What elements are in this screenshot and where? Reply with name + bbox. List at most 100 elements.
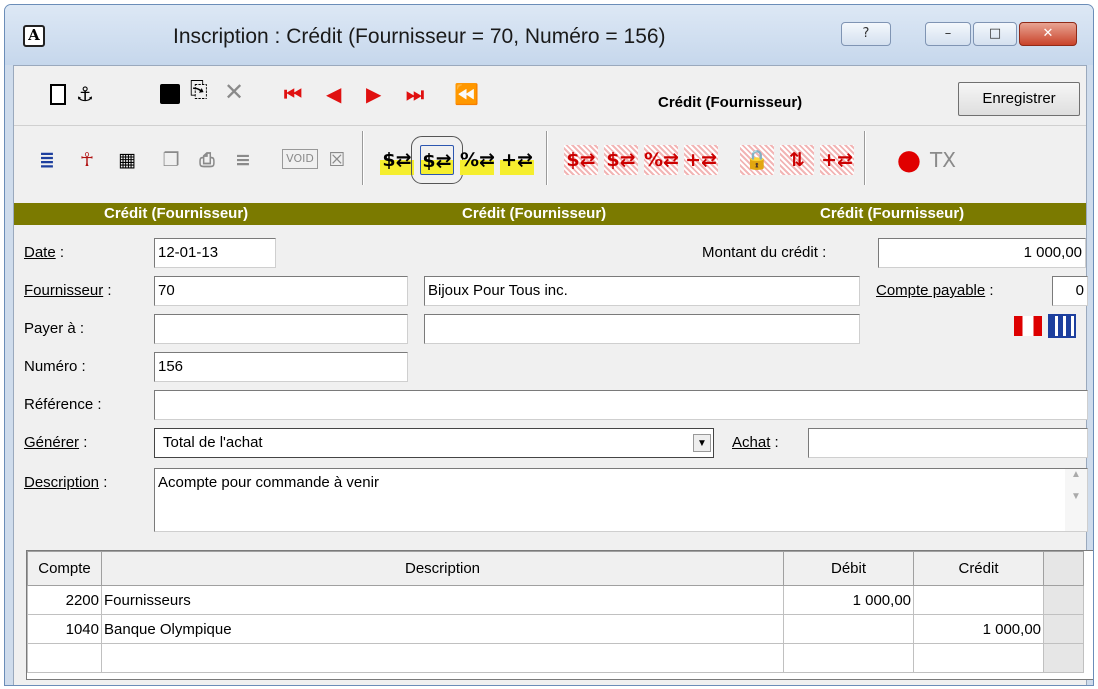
amount-field[interactable]: 1 000,00 bbox=[878, 238, 1086, 268]
dollar-yellow-selected-icon[interactable]: $⇄ bbox=[411, 136, 463, 184]
table-header-row: Compte Description Débit Crédit bbox=[27, 551, 1084, 586]
lock-red-1-icon[interactable]: 🔒 bbox=[740, 145, 774, 175]
void-icon[interactable]: VOID bbox=[282, 149, 318, 169]
card-icon[interactable]: ≣ bbox=[30, 145, 64, 175]
description-text: Acompte pour commande à venir bbox=[158, 474, 379, 491]
generate-label: Générer : bbox=[24, 434, 88, 451]
toolbar-separator bbox=[546, 131, 547, 185]
plus-yellow-icon[interactable]: +⇄ bbox=[500, 145, 534, 175]
cell-filler bbox=[1043, 643, 1084, 673]
next-record-icon[interactable]: ▶ bbox=[366, 84, 381, 104]
pay-to-field[interactable] bbox=[154, 314, 408, 344]
help-button[interactable]: ? bbox=[841, 22, 891, 46]
date-label: Date : bbox=[24, 244, 65, 261]
canada-flag-icon[interactable] bbox=[1014, 316, 1042, 336]
banner-left: Crédit (Fournisseur) bbox=[104, 205, 249, 222]
reference-label: Référence : bbox=[24, 396, 102, 413]
description-scrollbar[interactable]: ▲ ▼ bbox=[1065, 469, 1087, 531]
banner-right: Crédit (Fournisseur) bbox=[820, 205, 965, 222]
language-icon[interactable] bbox=[1048, 314, 1076, 338]
header-credit[interactable]: Crédit bbox=[913, 551, 1044, 586]
supplier-name-field[interactable]: Bijoux Pour Tous inc. bbox=[424, 276, 860, 306]
save-disk-icon[interactable] bbox=[160, 84, 180, 104]
header-account[interactable]: Compte bbox=[27, 551, 102, 586]
accounts-table: Compte Description Débit Crédit 2200 Fou… bbox=[27, 551, 1084, 673]
pay-to-label: Payer à : bbox=[24, 320, 85, 337]
disabled-doc-icon[interactable]: ☒ bbox=[320, 145, 354, 175]
cell-filler bbox=[1043, 614, 1084, 644]
close-button[interactable]: ✕ bbox=[1019, 22, 1077, 46]
cell-debit[interactable]: 1 000,00 bbox=[783, 585, 914, 615]
plus-red-2-icon[interactable]: +⇄ bbox=[820, 145, 854, 175]
cell-filler bbox=[1043, 585, 1084, 615]
main-window: A Inscription : Crédit (Fournisseur = 70… bbox=[4, 4, 1094, 686]
last-record-icon[interactable]: ⏭ bbox=[406, 84, 424, 104]
record-red-icon[interactable]: ● bbox=[892, 145, 926, 175]
cell-account[interactable]: 2200 bbox=[27, 585, 102, 615]
plus-red-icon[interactable]: +⇄ bbox=[684, 145, 718, 175]
previous-record-icon[interactable]: ◀ bbox=[326, 84, 341, 104]
batch-print-icon[interactable]: ≡ bbox=[226, 145, 260, 175]
delete-x-icon[interactable]: ✕ bbox=[224, 80, 244, 104]
payable-field[interactable]: 0 bbox=[1052, 276, 1088, 306]
cell-debit[interactable] bbox=[783, 643, 914, 673]
window-title: Inscription : Crédit (Fournisseur = 70, … bbox=[173, 25, 666, 48]
header-debit[interactable]: Débit bbox=[783, 551, 914, 586]
banner-center: Crédit (Fournisseur) bbox=[462, 205, 607, 222]
cell-debit[interactable] bbox=[783, 614, 914, 644]
chevron-down-icon[interactable]: ▼ bbox=[693, 434, 711, 452]
accounts-grid: Compte Description Débit Crédit 2200 Fou… bbox=[26, 550, 1093, 680]
cell-credit[interactable] bbox=[913, 643, 1044, 673]
copy-icon[interactable]: ❐ bbox=[154, 145, 188, 175]
rewind-icon[interactable]: ⏪ bbox=[454, 84, 479, 104]
lock-red-2-icon[interactable]: ⇅ bbox=[780, 145, 814, 175]
description-label: Description : bbox=[24, 474, 108, 491]
table-row[interactable]: 2200 Fournisseurs 1 000,00 bbox=[27, 585, 1084, 615]
number-label: Numéro : bbox=[24, 358, 86, 375]
dollar-red-1-icon[interactable]: $⇄ bbox=[564, 145, 598, 175]
table-row[interactable]: 1040 Banque Olympique 1 000,00 bbox=[27, 614, 1084, 644]
print-icon[interactable]: ⎙ bbox=[190, 145, 224, 175]
purchase-field[interactable] bbox=[808, 428, 1088, 458]
reference-field[interactable] bbox=[154, 390, 1088, 420]
title-bar[interactable]: A Inscription : Crédit (Fournisseur = 70… bbox=[5, 5, 1093, 65]
cell-description[interactable]: Banque Olympique bbox=[101, 614, 784, 644]
payable-label: Compte payable : bbox=[876, 282, 994, 299]
app-icon: A bbox=[23, 25, 45, 47]
new-document-icon[interactable] bbox=[50, 84, 66, 105]
toolbar-separator bbox=[864, 131, 865, 185]
header-description[interactable]: Description bbox=[101, 551, 784, 586]
description-textarea[interactable]: Acompte pour commande à venir ▲ ▼ bbox=[154, 468, 1088, 532]
supplier-code-field[interactable]: 70 bbox=[154, 276, 408, 306]
cell-credit[interactable]: 1 000,00 bbox=[913, 614, 1044, 644]
date-field[interactable]: 12-01-13 bbox=[154, 238, 276, 268]
header-filler bbox=[1043, 551, 1084, 586]
clipboard-paste-icon[interactable]: ⎘ bbox=[190, 80, 208, 102]
section-banner: Crédit (Fournisseur) Crédit (Fournisseur… bbox=[14, 203, 1086, 225]
tx-icon[interactable]: TX bbox=[926, 145, 960, 175]
generate-select[interactable]: Total de l'achat ▼ bbox=[154, 428, 714, 458]
percent-yellow-icon[interactable]: %⇄ bbox=[460, 145, 495, 175]
save-button[interactable]: Enregistrer bbox=[958, 82, 1080, 116]
amount-label: Montant du crédit : bbox=[702, 244, 827, 261]
record-type-title: Crédit (Fournisseur) bbox=[658, 94, 803, 111]
number-field[interactable]: 156 bbox=[154, 352, 408, 382]
nav-toolbar: ⚓ ⎘ ✕ ⏮ ◀ ▶ ⏭ ⏪ Crédit (Fournisseur) Enr… bbox=[14, 66, 1086, 126]
minimize-button[interactable]: – bbox=[925, 22, 971, 46]
binoculars-icon[interactable]: ⚓ bbox=[76, 84, 94, 104]
cell-account[interactable]: 1040 bbox=[27, 614, 102, 644]
cell-description[interactable] bbox=[101, 643, 784, 673]
distribution-icon[interactable]: ☥ bbox=[70, 145, 104, 175]
percent-red-icon[interactable]: %⇄ bbox=[644, 145, 679, 175]
cell-account[interactable] bbox=[27, 643, 102, 673]
cell-description[interactable]: Fournisseurs bbox=[101, 585, 784, 615]
dollar-red-2-icon[interactable]: $⇄ bbox=[604, 145, 638, 175]
cell-credit[interactable] bbox=[913, 585, 1044, 615]
dollar-yellow-1-icon[interactable]: $⇄ bbox=[380, 145, 414, 175]
pay-to-field-2[interactable] bbox=[424, 314, 860, 344]
maximize-button[interactable]: □ bbox=[973, 22, 1017, 46]
table-row[interactable] bbox=[27, 643, 1084, 673]
calculator-icon[interactable]: ▦ bbox=[110, 145, 144, 175]
toolbar-separator bbox=[362, 131, 363, 185]
first-record-icon[interactable]: ⏮ bbox=[284, 84, 302, 104]
